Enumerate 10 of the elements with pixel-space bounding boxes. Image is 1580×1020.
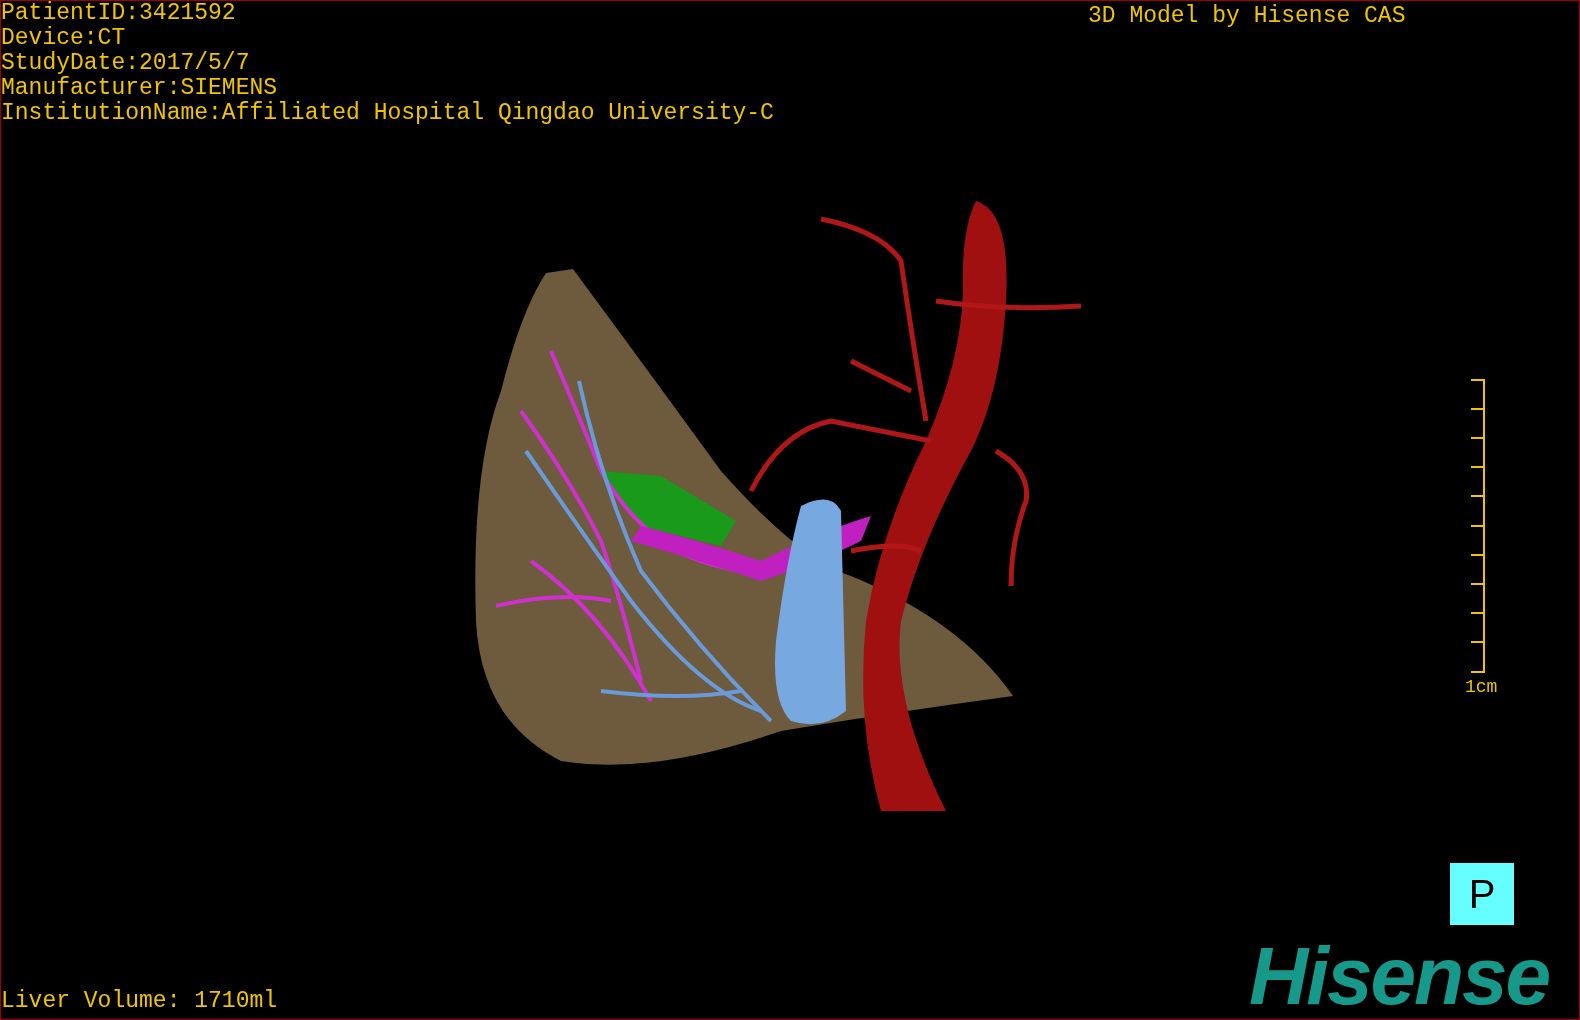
study-info-text: StudyDate:2017/5/7	[1, 51, 251, 76]
liver-volume-text: Liver Volume: 1710ml	[1, 987, 278, 1016]
study-info-text: Manufacturer:SIEMENS	[1, 76, 279, 101]
study-info-text: Device:CT	[1, 26, 127, 51]
model-title: 3D Model by Hisense CAS	[1088, 2, 1406, 31]
brand-logo: Hisense	[1249, 936, 1550, 1016]
study-info-text: InstitutionName:Affiliated Hospital Qingdao University-C	[1, 101, 774, 126]
scale-label: 1cm	[1465, 677, 1498, 697]
study-info-text: PatientID:3421592	[1, 1, 237, 26]
orientation-marker: P	[1450, 863, 1514, 925]
